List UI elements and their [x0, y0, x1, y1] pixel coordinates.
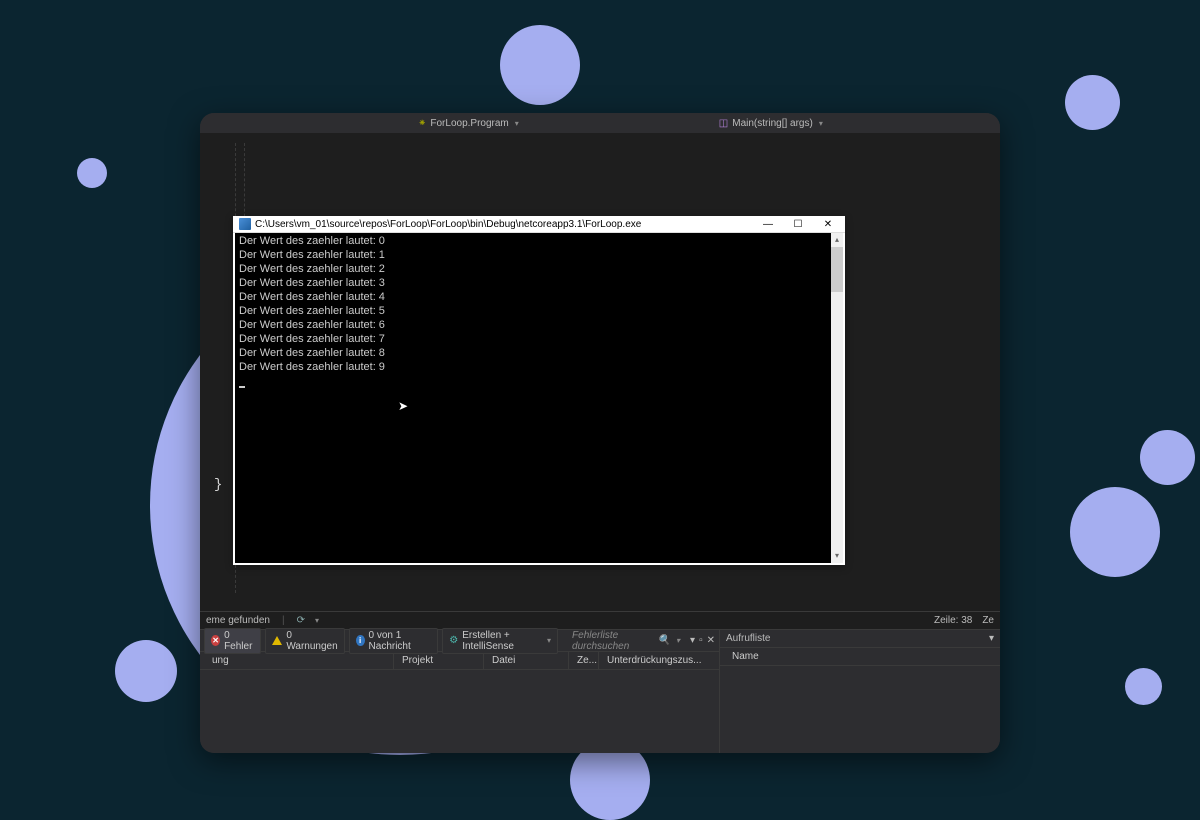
scrollbar-up-arrow[interactable]: ▴: [831, 233, 843, 247]
build-icon: ⚙: [449, 635, 458, 646]
close-button[interactable]: ✕: [813, 216, 843, 233]
ide-window: ⁕ ForLoop.Program ▾ ◫ Main(string[] args…: [200, 113, 1000, 753]
error-search-input[interactable]: Fehlerliste durchsuchen 🔍 ▾: [566, 630, 686, 652]
chevron-down-icon: ▾: [515, 119, 519, 128]
callstack-panel: Aufrufliste ▾ Name: [720, 630, 1000, 753]
panel-pin-icon[interactable]: ▫: [699, 635, 703, 646]
console-window: C:\Users\vm_01\source\repos\ForLoop\ForL…: [233, 216, 845, 565]
background-circle: [115, 640, 177, 702]
console-line: Der Wert des zaehler lautet: 8: [239, 347, 385, 359]
chevron-down-icon: ▾: [547, 636, 551, 645]
col-suppress[interactable]: Unterdrückungszus...: [599, 652, 715, 669]
console-line: Der Wert des zaehler lautet: 3: [239, 277, 385, 289]
build-intellisense-dropdown[interactable]: ⚙ Erstellen + IntelliSense ▾: [442, 628, 558, 654]
minimize-button[interactable]: —: [753, 216, 783, 233]
console-line: Der Wert des zaehler lautet: 2: [239, 263, 385, 275]
background-circle: [1140, 430, 1195, 485]
col-file[interactable]: Datei: [484, 652, 569, 669]
error-list-panel: ✕ 0 Fehler 0 Warnungen i 0 von 1 Nachric…: [200, 630, 720, 753]
error-list-columns: ung Projekt Datei Ze... Unterdrückungszu…: [200, 652, 719, 670]
scrollbar-vertical[interactable]: ▴ ▾: [831, 233, 843, 563]
background-circle: [77, 158, 107, 188]
mouse-cursor-icon: ➤: [398, 400, 408, 413]
navigation-bar: ⁕ ForLoop.Program ▾ ◫ Main(string[] args…: [200, 113, 1000, 133]
console-line: Der Wert des zaehler lautet: 5: [239, 305, 385, 317]
status-text: eme gefunden: [206, 615, 270, 626]
panel-dropdown-icon[interactable]: ▾: [989, 633, 994, 644]
console-title: C:\Users\vm_01\source\repos\ForLoop\ForL…: [255, 219, 753, 230]
col-name[interactable]: Name: [724, 648, 996, 665]
console-titlebar[interactable]: C:\Users\vm_01\source\repos\ForLoop\ForL…: [233, 216, 845, 233]
cursor-caret: [239, 386, 245, 388]
maximize-button[interactable]: ☐: [783, 216, 813, 233]
chevron-down-icon: ▾: [819, 119, 823, 128]
callstack-columns: Name: [720, 648, 1000, 666]
code-text: }: [214, 477, 222, 493]
console-line: Der Wert des zaehler lautet: 9: [239, 361, 385, 373]
class-dropdown[interactable]: ⁕ ForLoop.Program ▾: [418, 118, 519, 129]
console-app-icon: [239, 218, 251, 230]
background-circle: [1125, 668, 1162, 705]
status-bar: eme gefunden | ⟳ ▾ Zeile: 38 Ze: [200, 611, 1000, 629]
background-circle: [500, 25, 580, 105]
warnings-filter[interactable]: 0 Warnungen: [265, 628, 344, 654]
line-indicator[interactable]: Zeile: 38: [934, 615, 972, 626]
method-name: Main(string[] args): [732, 118, 813, 129]
col-indicator[interactable]: Ze: [982, 615, 994, 626]
errors-filter[interactable]: ✕ 0 Fehler: [204, 628, 261, 654]
console-line: Der Wert des zaehler lautet: 6: [239, 319, 385, 331]
method-dropdown[interactable]: ◫ Main(string[] args) ▾: [719, 118, 823, 129]
messages-filter[interactable]: i 0 von 1 Nachricht: [349, 628, 439, 654]
background-circle: [1070, 487, 1160, 577]
console-output[interactable]: Der Wert des zaehler lautet: 0 Der Wert …: [235, 233, 843, 563]
col-code[interactable]: ung: [204, 652, 394, 669]
search-icon: 🔍: [658, 635, 670, 646]
console-line: Der Wert des zaehler lautet: 1: [239, 249, 385, 261]
background-circle: [1065, 75, 1120, 130]
code-editor[interactable]: } C:\Users\vm_01\source\repos\ForLoop\Fo…: [200, 133, 1000, 611]
console-line: Der Wert des zaehler lautet: 7: [239, 333, 385, 345]
console-line: Der Wert des zaehler lautet: 4: [239, 291, 385, 303]
error-list-toolbar: ✕ 0 Fehler 0 Warnungen i 0 von 1 Nachric…: [200, 630, 719, 652]
callstack-title: Aufrufliste: [726, 633, 770, 644]
panel-dropdown-icon[interactable]: ▾: [690, 635, 695, 646]
col-line[interactable]: Ze...: [569, 652, 599, 669]
scrollbar-thumb[interactable]: [831, 247, 843, 292]
scrollbar-down-arrow[interactable]: ▾: [831, 549, 843, 563]
warning-icon: [272, 636, 282, 645]
class-name: ForLoop.Program: [430, 118, 508, 129]
panel-close-icon[interactable]: ✕: [707, 635, 715, 646]
refresh-icon[interactable]: ⟳: [297, 615, 305, 626]
bottom-panel: ✕ 0 Fehler 0 Warnungen i 0 von 1 Nachric…: [200, 629, 1000, 753]
info-icon: i: [356, 635, 365, 646]
col-project[interactable]: Projekt: [394, 652, 484, 669]
console-line: Der Wert des zaehler lautet: 0: [239, 235, 385, 247]
error-icon: ✕: [211, 635, 220, 646]
